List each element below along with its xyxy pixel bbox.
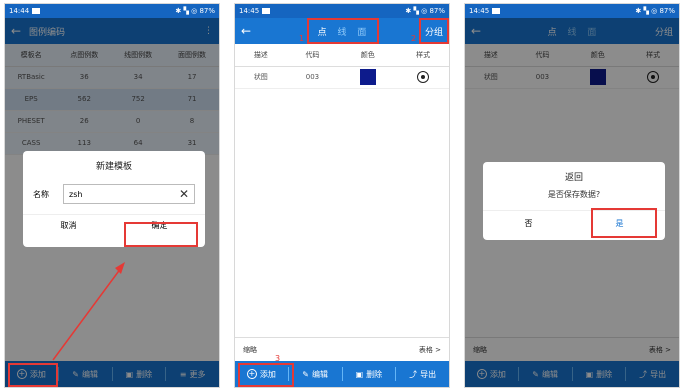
highlight-add [8, 363, 58, 387]
table-row[interactable]: 状图 003 [235, 66, 449, 89]
cell-code: 003 [286, 66, 339, 89]
column-header: 代码 [286, 44, 339, 67]
arrow-annotation [52, 262, 125, 361]
mark-2: 2 [411, 34, 417, 43]
mark-1: 1 [299, 34, 305, 43]
delete-label: 删除 [366, 369, 383, 379]
edit-button[interactable]: ✎ 编辑 [289, 367, 343, 381]
legend-table: 描述 代码 颜色 样式 状图 003 [235, 44, 449, 89]
thumbnail-label: 缩略 [243, 345, 257, 354]
highlight-add [238, 363, 294, 387]
highlight-yes [591, 208, 657, 238]
mark-3: 3 [275, 354, 281, 363]
panel-save-confirm: 14:45 ✱ ▚ ◎ 87% 点 线 面 ← 分组 描述 代码 颜色 样式 状… [464, 3, 680, 388]
share-icon: ⤴ [409, 369, 418, 379]
column-header: 颜色 [338, 44, 398, 67]
panel-legend-editor: 14:45 ✱ ▚ ◎ 87% 点 线 面 ← 分组 1 2 描述 代码 颜色 … [234, 3, 450, 388]
status-bar: 14:45 ✱ ▚ ◎ 87% [465, 4, 679, 18]
cell-color[interactable] [338, 66, 398, 89]
panel-template-list: 14:44 ✱ ▚ ◎ 87% ← 图例编码 ⋮ 模板名 点图例数 线图例数 面… [4, 3, 220, 388]
table-view-link[interactable]: 表格 > [419, 345, 441, 355]
status-bar: 14:45 ✱ ▚ ◎ 87% [235, 4, 449, 18]
no-button[interactable]: 否 [483, 211, 574, 237]
footer-row: 缩略 表格 > [235, 337, 449, 361]
cell-desc: 状图 [235, 66, 287, 89]
export-button[interactable]: ⤴ 导出 [396, 367, 449, 381]
highlight-tabs [307, 18, 379, 44]
pencil-icon: ✎ [302, 369, 309, 379]
back-arrow-icon[interactable]: ← [241, 24, 259, 38]
export-label: 导出 [420, 369, 437, 379]
color-swatch[interactable] [359, 69, 376, 85]
point-style-icon[interactable] [417, 71, 430, 83]
cell-style[interactable] [397, 66, 449, 89]
edit-label: 编辑 [311, 369, 328, 379]
trash-icon: ▣ [355, 369, 364, 379]
dialog-title: 返回 [564, 173, 583, 183]
highlight-group [419, 18, 449, 44]
delete-button[interactable]: ▣ 删除 [343, 367, 397, 381]
dialog-message: 是否保存数据? [547, 190, 601, 199]
column-header: 描述 [235, 44, 287, 67]
column-header: 样式 [397, 44, 449, 67]
